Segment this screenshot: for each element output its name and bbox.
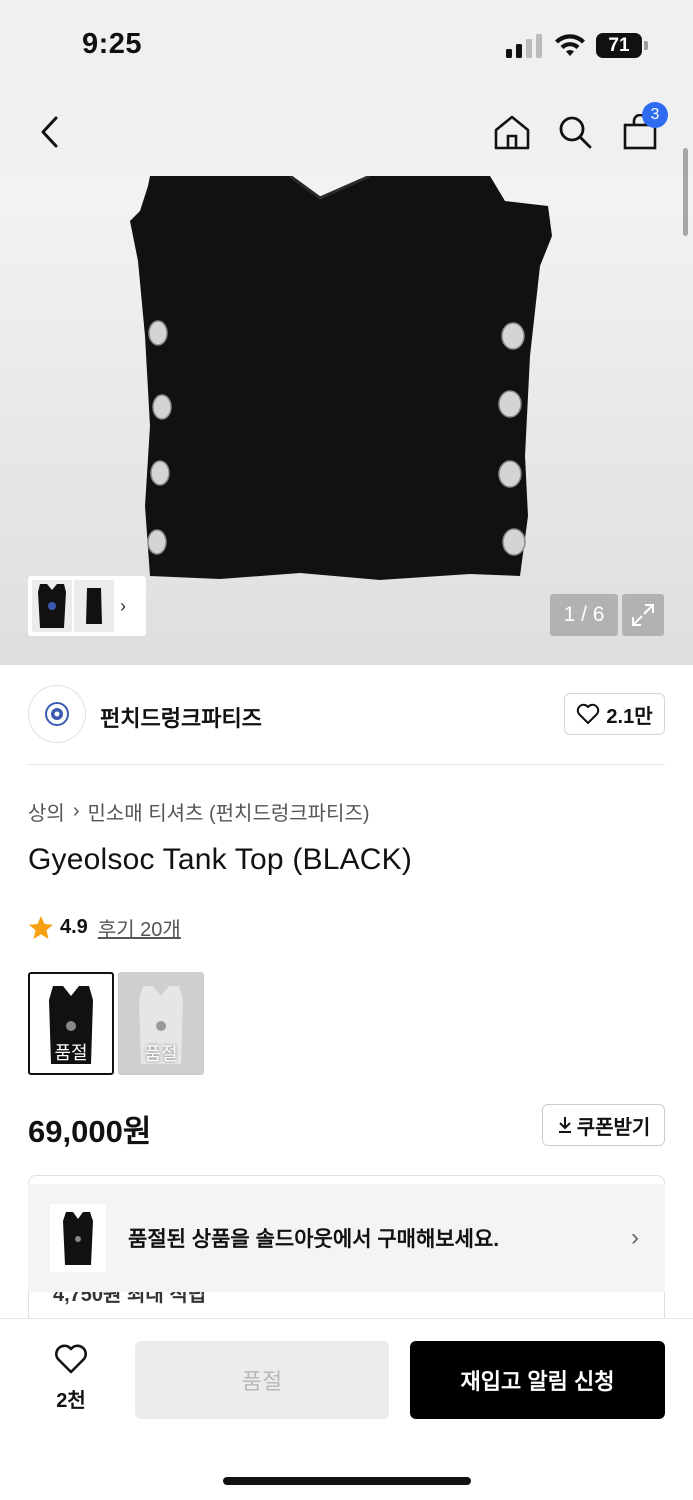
expand-image-button[interactable] [622,594,664,636]
brand-like-count: 2.1만 [606,705,653,728]
wishlist-button[interactable]: 2천 [40,1343,102,1413]
tank-top-thumbnail [63,1212,93,1265]
thumbnail-1[interactable] [32,580,72,632]
breadcrumb: 상의 › 민소매 티셔츠 (펀치드렁크파티즈) [28,797,370,826]
review-link[interactable]: 후기 20개 [98,913,181,942]
color-option-gray[interactable]: 품절 [118,972,204,1075]
thumbnail-2[interactable] [74,580,114,632]
coupon-label: 쿠폰받기 [576,1116,651,1139]
soldout-label: 품절 [144,1044,178,1064]
restock-alert-button[interactable]: 재입고 알림 신청 [410,1341,665,1419]
battery-indicator: 71 [596,33,648,58]
product-price: 69,000원 [28,1114,152,1149]
brand-logo[interactable] [28,685,86,743]
search-button[interactable] [553,110,597,154]
cart-count-badge: 3 [642,102,668,128]
cart-button[interactable]: 3 [618,102,668,154]
home-button[interactable] [490,110,534,154]
expand-icon [632,604,654,626]
breadcrumb-category[interactable]: 상의 [28,797,65,826]
battery-cap [644,41,648,50]
tank-top-thumbnail [38,584,66,628]
image-page-indicator: 1 / 6 [550,594,618,636]
soldout-banner[interactable]: 품절된 상품을 솔드아웃에서 구매해보세요. › [28,1184,665,1292]
wifi-icon [555,34,585,56]
brand-row: 펀치드렁크파티즈 2.1만 [28,665,665,765]
home-indicator [223,1477,471,1485]
status-bar: 9:25 71 [0,0,693,90]
chevron-right-icon: › [72,800,80,822]
banner-product-thumbnail [50,1204,106,1272]
chevron-right-icon[interactable]: › [120,596,126,617]
battery-level: 71 [596,33,642,58]
status-time: 9:25 [82,28,143,60]
nav-bar: 3 [0,90,693,176]
download-icon [558,1117,571,1133]
product-title: Gyeolsoc Tank Top (BLACK) [28,843,413,876]
search-icon [559,116,592,149]
wishlist-count: 2천 [56,1390,86,1412]
back-button[interactable] [28,110,72,154]
rating-value: 4.9 [60,916,88,938]
color-options: 품절 품절 [28,972,204,1075]
soldout-button[interactable]: 품절 [135,1341,389,1419]
coupon-button[interactable]: 쿠폰받기 [542,1104,665,1146]
chevron-right-icon: › [631,1224,639,1251]
cellular-signal-icon [506,34,542,58]
tank-top-thumbnail [86,588,102,624]
rating-row: 4.9 후기 20개 [28,913,181,942]
brand-like-button[interactable]: 2.1만 [564,693,665,735]
chevron-left-icon [41,116,58,148]
bottom-action-bar: 2천 품절 재입고 알림 신청 [0,1318,693,1500]
soldout-label: 품절 [54,1043,88,1063]
brand-name[interactable]: 펀치드렁크파티즈 [100,701,262,733]
brand-emblem-icon [45,702,69,726]
heart-icon [577,703,600,724]
product-image-gallery[interactable]: › 1 / 6 [0,176,693,665]
heart-icon [55,1344,87,1374]
breadcrumb-subcategory[interactable]: 민소매 티셔츠 (펀치드렁크파티즈) [87,797,369,826]
page-scrollbar[interactable] [683,148,688,236]
color-option-black[interactable]: 품절 [28,972,114,1075]
soldout-banner-text: 품절된 상품을 솔드아웃에서 구매해보세요. [128,1228,500,1251]
star-icon [29,915,53,939]
thumbnail-strip[interactable]: › [28,576,146,636]
home-icon [494,115,530,150]
